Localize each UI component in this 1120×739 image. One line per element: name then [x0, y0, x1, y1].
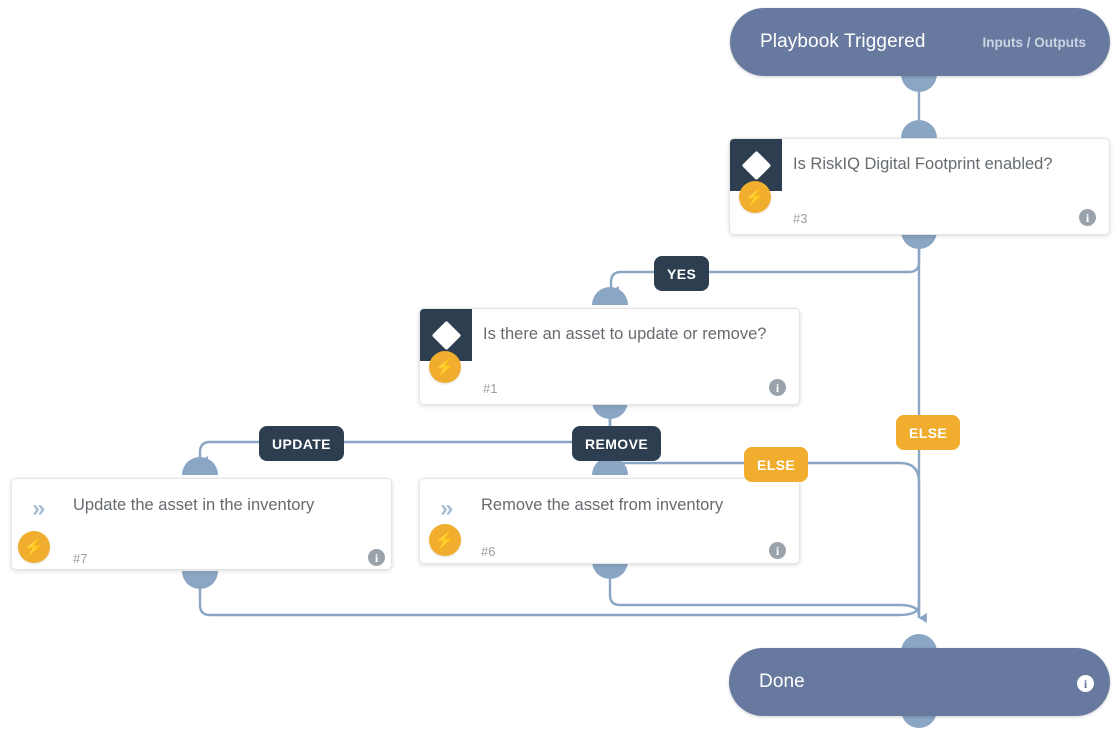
info-icon[interactable]: i	[769, 542, 786, 559]
edge-node7-to-done	[198, 588, 921, 617]
playbook-canvas[interactable]: Playbook Triggered Inputs / Outputs ⚡ Is…	[0, 0, 1120, 739]
bolt-glyph: ⚡	[434, 357, 456, 377]
info-glyph: i	[775, 380, 780, 395]
handle-node7-bottom[interactable]	[182, 571, 218, 589]
info-icon[interactable]: i	[769, 379, 786, 396]
node-number: #1	[483, 381, 498, 396]
node-title: Remove the asset from inventory	[481, 496, 724, 514]
node-update-the-asset-in-the-inventory[interactable]: » ⚡ Update the asset in the inventory #7…	[11, 478, 392, 570]
handle-node3-top[interactable]	[901, 120, 937, 138]
node-title: Is there an asset to update or remove?	[483, 325, 767, 343]
bolt-glyph: ⚡	[23, 537, 45, 557]
node-done[interactable]: Done i	[729, 648, 1110, 716]
node-title: Update the asset in the inventory	[73, 496, 315, 514]
diamond-icon	[431, 320, 461, 350]
info-glyph: i	[374, 550, 379, 565]
lightning-bolt-icon: ⚡	[429, 524, 461, 556]
inputs-outputs-label[interactable]: Inputs / Outputs	[983, 35, 1087, 50]
node-is-riskiq-digital-footprint-enabled[interactable]: ⚡ Is RiskIQ Digital Footprint enabled? #…	[729, 138, 1110, 235]
node-playbook-triggered[interactable]: Playbook Triggered Inputs / Outputs	[730, 8, 1110, 76]
info-glyph: i	[775, 543, 780, 558]
handle-node7-top[interactable]	[182, 457, 218, 475]
node-title: Is RiskIQ Digital Footprint enabled?	[793, 155, 1053, 173]
node-number: #6	[481, 544, 496, 559]
edge-label-update[interactable]: UPDATE	[259, 426, 344, 461]
handle-trigger-bottom[interactable]	[901, 74, 937, 92]
node-remove-the-asset-from-inventory[interactable]: » ⚡ Remove the asset from inventory #6 i	[419, 478, 800, 564]
handle-node1-top[interactable]	[592, 287, 628, 305]
edge-label-remove[interactable]: REMOVE	[572, 426, 662, 461]
node-number: #3	[793, 211, 808, 226]
node-number: #7	[73, 551, 88, 566]
diamond-icon	[741, 150, 771, 180]
node-is-there-an-asset-to-update-or-remove[interactable]: ⚡ Is there an asset to update or remove?…	[419, 308, 800, 405]
info-icon[interactable]: i	[368, 549, 385, 566]
node-title: Playbook Triggered	[760, 31, 926, 52]
chevron-right-icon: »	[440, 495, 454, 522]
edge-label-else-top[interactable]: ELSE	[896, 415, 961, 450]
edge-label-yes[interactable]: YES	[654, 256, 710, 291]
info-glyph: i	[1085, 210, 1090, 225]
info-glyph: i	[1083, 676, 1088, 691]
node-title: Done	[759, 671, 805, 692]
bolt-glyph: ⚡	[434, 530, 456, 550]
lightning-bolt-icon: ⚡	[429, 351, 461, 383]
lightning-bolt-icon: ⚡	[18, 531, 50, 563]
edge-node6-to-done	[608, 578, 921, 618]
info-icon[interactable]: i	[1077, 675, 1094, 692]
edge-label-else-mid[interactable]: ELSE	[744, 447, 809, 482]
lightning-bolt-icon: ⚡	[739, 181, 771, 213]
info-icon[interactable]: i	[1079, 209, 1096, 226]
bolt-glyph: ⚡	[744, 187, 766, 207]
chevron-right-icon: »	[32, 495, 46, 522]
